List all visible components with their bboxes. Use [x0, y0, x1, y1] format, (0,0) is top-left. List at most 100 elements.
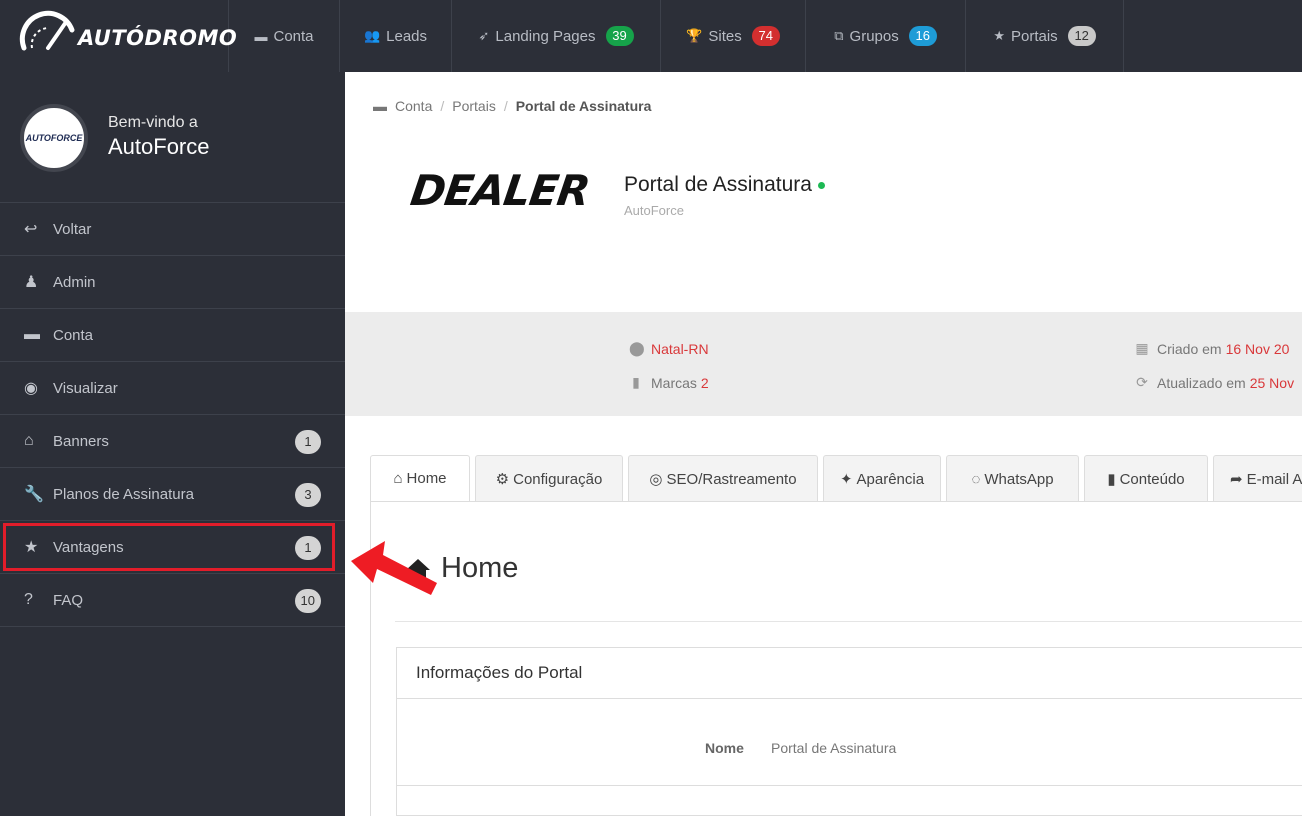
- sidebar-item-admin[interactable]: ♟ Admin: [0, 256, 345, 309]
- speedometer-icon: [19, 10, 75, 51]
- sidebar-item-planos[interactable]: 🔧 Planos de Assinatura 3: [0, 468, 345, 521]
- tab-email[interactable]: ➦ E-mail A: [1213, 455, 1302, 502]
- count-badge: 74: [751, 26, 780, 46]
- count-badge: 12: [1067, 26, 1096, 46]
- user-admin-icon: ♟: [24, 274, 39, 291]
- tab-label: Conteúdo: [1119, 470, 1185, 488]
- location-line: ⬤ Natal-RN: [629, 340, 709, 357]
- refresh-icon: ⟳: [1136, 374, 1148, 390]
- sidebar-item-voltar[interactable]: ↩ Voltar: [0, 203, 345, 256]
- top-navbar: AUTÓDROMO ▬ Conta 👥 Leads ➶ Landing Page…: [0, 0, 1302, 72]
- updated-line: ⟳ Atualizado em 25 Nov: [1135, 374, 1294, 391]
- brands-count: 2: [700, 374, 709, 391]
- sidebar-item-label: Visualizar: [53, 379, 118, 397]
- sidebar-item-label: Banners: [53, 432, 109, 450]
- reply-icon: ↩: [24, 221, 38, 238]
- tab-home[interactable]: ⌂ Home: [370, 455, 470, 502]
- portal-logo: DEALER: [407, 166, 593, 215]
- nav-landing-pages[interactable]: ➶ Landing Pages 39: [452, 0, 661, 72]
- archive-icon: ▬: [24, 326, 40, 343]
- updated-label: Atualizado em: [1157, 374, 1246, 391]
- store-icon: ⌂: [24, 432, 34, 449]
- profile-name: AutoForce: [108, 134, 210, 159]
- star-icon: ★: [993, 28, 1005, 43]
- calendar-icon: ▦: [1135, 340, 1149, 356]
- users-icon: 👥: [363, 28, 381, 43]
- panel-title: Informações do Portal: [397, 648, 1302, 699]
- portal-title-text: Portal de Assinatura: [624, 173, 812, 196]
- nav-label: Sites: [708, 27, 742, 45]
- created-value: 16 Nov 20: [1225, 340, 1290, 357]
- sidebar-item-faq[interactable]: ? FAQ 10: [0, 574, 345, 627]
- updated-value: 25 Nov: [1249, 374, 1295, 391]
- page-title: Portal de Assinatura: [624, 173, 825, 197]
- nav-sites[interactable]: 🏆 Sites 74: [661, 0, 806, 72]
- tab-label: E-mail A: [1246, 470, 1302, 488]
- breadcrumb-separator: /: [503, 98, 508, 114]
- brand-logo[interactable]: AUTÓDROMO: [0, 0, 237, 72]
- tab-whatsapp[interactable]: ◌ WhatsApp: [946, 455, 1079, 502]
- breadcrumb-separator: /: [440, 98, 445, 114]
- sidebar-item-label: Planos de Assinatura: [53, 485, 194, 503]
- brand-logo-text: AUTÓDROMO: [78, 26, 238, 50]
- sidebar-item-label: FAQ: [53, 591, 84, 609]
- count-badge: 10: [294, 589, 321, 613]
- sidebar-item-conta[interactable]: ▬ Conta: [0, 309, 345, 362]
- sidebar-item-label: Admin: [53, 273, 96, 291]
- book-icon: ▮: [1107, 471, 1116, 488]
- nav-label: Grupos: [849, 27, 899, 45]
- archive-icon: ▬: [373, 98, 387, 114]
- archive-icon: ▬: [254, 28, 268, 44]
- sidebar-item-visualizar[interactable]: ◉ Visualizar: [0, 362, 345, 415]
- globe-icon: ◎: [649, 471, 663, 488]
- field-label: Nome: [705, 740, 744, 756]
- breadcrumb-current: Portal de Assinatura: [515, 98, 652, 114]
- nav-grupos[interactable]: ⧉ Grupos 16: [806, 0, 966, 72]
- home-icon: ⌂: [393, 470, 403, 487]
- section-heading-text: Home: [441, 552, 519, 584]
- divider: [395, 621, 1302, 622]
- sidebar: AUTOFORCE Bem-vindo a AutoForce ↩ Voltar…: [0, 72, 345, 816]
- magic-icon: ✦: [839, 471, 853, 488]
- count-badge: 39: [605, 26, 634, 46]
- tab-conteudo[interactable]: ▮ Conteúdo: [1084, 455, 1208, 502]
- tab-label: WhatsApp: [984, 470, 1054, 488]
- welcome-text: Bem-vindo a: [108, 114, 198, 131]
- question-icon: ?: [24, 591, 33, 608]
- cubes-icon: ⧉: [834, 28, 844, 43]
- nav-conta[interactable]: ▬ Conta: [229, 0, 340, 72]
- portal-info-panel: Informações do Portal Nome Portal de Ass…: [396, 647, 1302, 816]
- status-dot: [817, 181, 825, 189]
- rocket-icon: ➶: [478, 28, 490, 43]
- nav-label: Portais: [1010, 27, 1058, 45]
- count-badge: 3: [295, 483, 321, 507]
- breadcrumb-link-conta[interactable]: Conta: [395, 98, 432, 114]
- cog-icon: ⚙: [495, 471, 510, 488]
- sidebar-item-banners[interactable]: ⌂ Banners 1: [0, 415, 345, 468]
- tab-label: Aparência: [856, 470, 925, 488]
- eye-icon: ◉: [24, 380, 38, 397]
- tab-seo[interactable]: ◎ SEO/Rastreamento: [628, 455, 818, 502]
- breadcrumb: ▬ Conta / Portais / Portal de Assinatura: [373, 98, 651, 114]
- created-label: Criado em: [1157, 340, 1222, 357]
- nav-portais[interactable]: ★ Portais 12: [966, 0, 1124, 72]
- main-content: ▬ Conta / Portais / Portal de Assinatura…: [345, 72, 1302, 816]
- nav-label: Leads: [386, 27, 428, 45]
- tab-aparencia[interactable]: ✦ Aparência: [823, 455, 941, 502]
- info-band: ⬤ Natal-RN ▮ Marcas 2 ▦ Criado em 16 Nov…: [345, 312, 1302, 416]
- bookmark-icon: ▮: [632, 374, 640, 390]
- annotation-arrow-icon: [351, 541, 437, 595]
- brands-line: ▮ Marcas 2: [629, 374, 709, 391]
- tab-configuracao[interactable]: ⚙ Configuração: [475, 455, 623, 502]
- location-value[interactable]: Natal-RN: [651, 341, 709, 357]
- created-line: ▦ Criado em 16 Nov 20: [1135, 340, 1289, 357]
- portal-tabs: ⌂ Home ⚙ Configuração ◎ SEO/Rastreamento ✦ A…: [370, 455, 1302, 502]
- count-badge: 16: [908, 26, 937, 46]
- breadcrumb-link-portais[interactable]: Portais: [452, 98, 496, 114]
- portal-subtitle: AutoForce: [624, 203, 684, 218]
- nav-leads[interactable]: 👥 Leads: [340, 0, 452, 72]
- whatsapp-icon: ◌: [971, 470, 981, 488]
- share-icon: ➦: [1230, 471, 1243, 488]
- sidebar-profile: AUTOFORCE Bem-vindo a AutoForce: [0, 72, 345, 203]
- count-badge: 1: [295, 430, 321, 454]
